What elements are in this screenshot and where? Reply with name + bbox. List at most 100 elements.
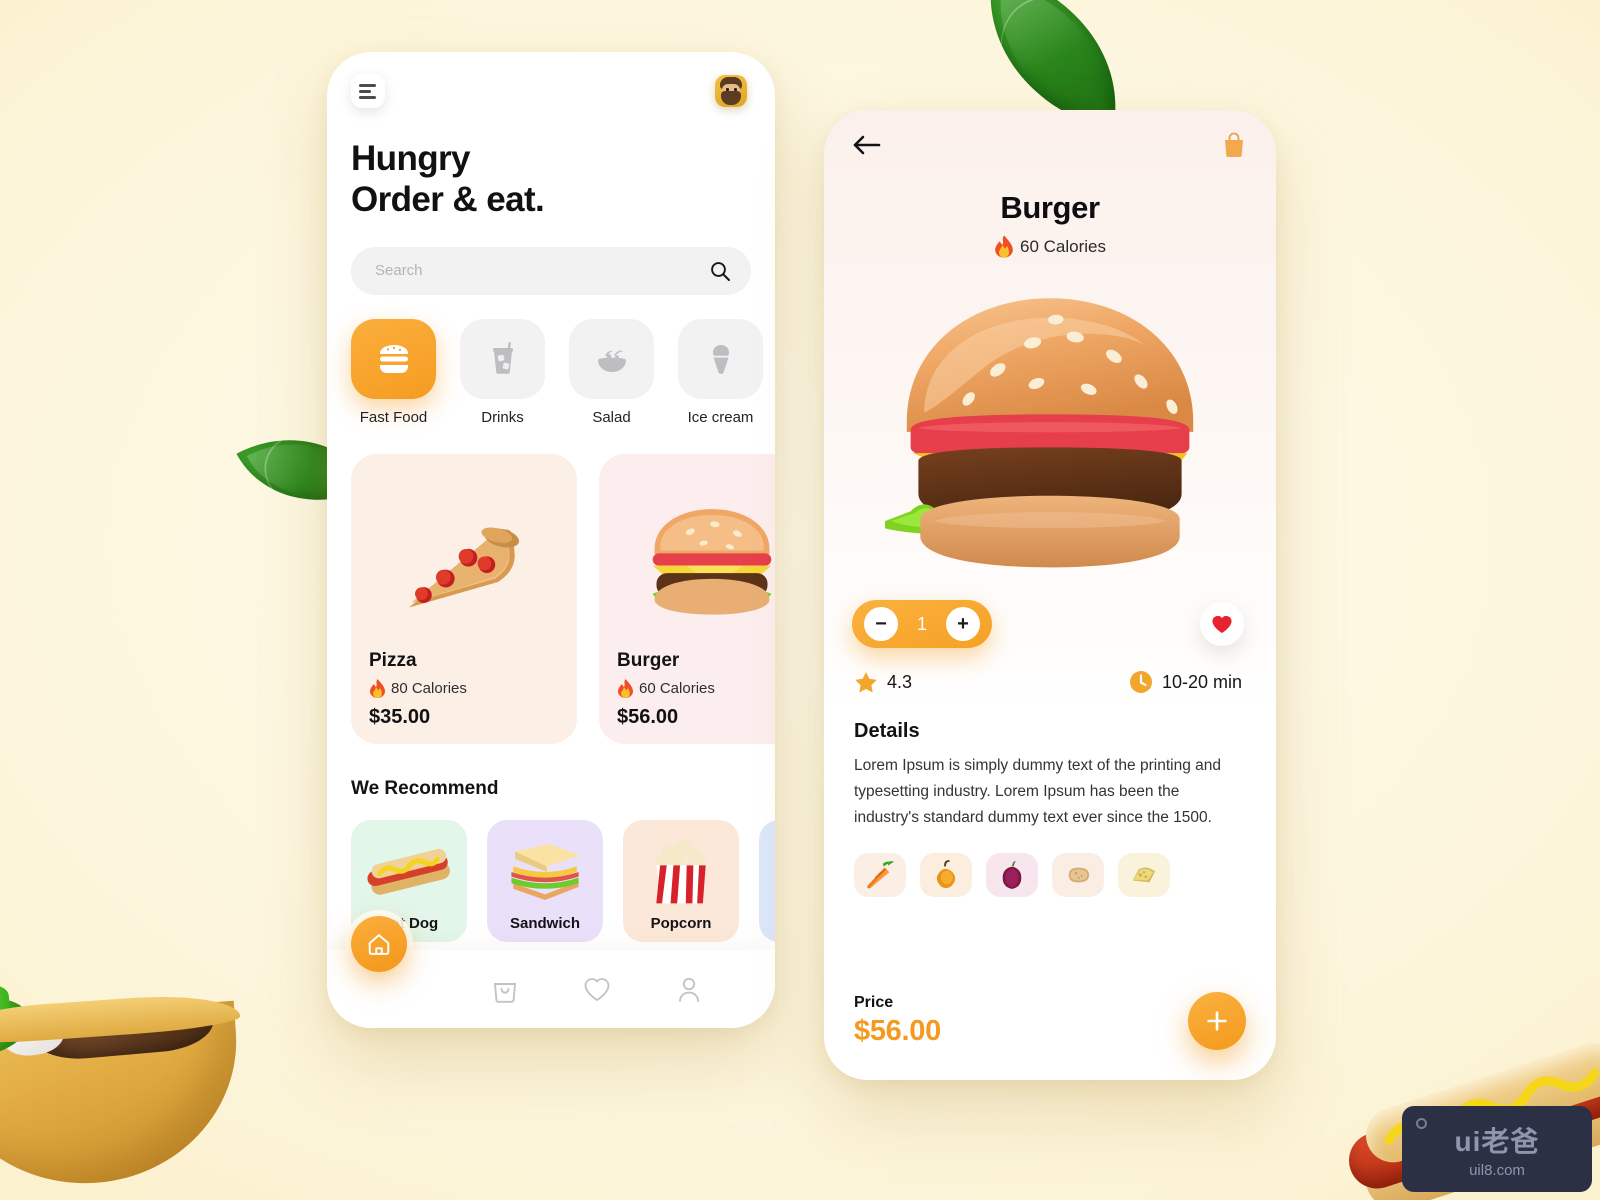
shopping-bag-icon[interactable]: [1222, 131, 1248, 159]
fries-3d: [759, 836, 775, 908]
recommendation-label: Sandwich: [509, 914, 580, 932]
food-calories: 80 Calories: [369, 678, 559, 698]
quantity-value: 1: [916, 613, 927, 634]
heading-line-2: Order & eat.: [351, 180, 545, 220]
salad-bowl-icon: [569, 318, 654, 399]
add-to-cart-button[interactable]: [1188, 992, 1246, 1050]
product-calories: 60 Calories: [824, 235, 1276, 258]
category-label: Fast Food: [359, 408, 428, 426]
food-price: $56.00: [617, 705, 679, 728]
watermark-dot-icon: [1416, 1118, 1427, 1129]
calories-text: 80 Calories: [391, 679, 467, 697]
clock-icon: [1129, 671, 1152, 693]
drink-cup-icon: [460, 318, 545, 399]
search-bar: [351, 246, 751, 295]
price-block: Price $56.00: [854, 994, 941, 1048]
arrow-left-icon[interactable]: [852, 130, 882, 160]
potato-icon: [1068, 867, 1090, 883]
calories-text: 60 Calories: [1020, 236, 1106, 256]
carrot-icon: [867, 861, 894, 889]
recommendation-sandwich[interactable]: Sandwich: [487, 819, 603, 942]
pepper-icon: [936, 860, 956, 889]
cheese-icon: [1132, 867, 1156, 883]
shopping-bag-icon[interactable]: [491, 975, 519, 1003]
recommendation-label: Popcorn: [650, 914, 712, 932]
category-list: Fast Food Drinks Salad Ice cream: [327, 295, 775, 426]
price-label: Price: [854, 994, 894, 1011]
burger-3d: [617, 470, 775, 650]
detail-top-bar: [824, 110, 1276, 160]
avatar[interactable]: [715, 75, 747, 107]
nav-home-placeholder: [399, 975, 427, 1003]
ingredient-list: [824, 831, 1276, 898]
ingredient-pepper[interactable]: [920, 853, 972, 898]
heart-outline-icon[interactable]: [583, 975, 611, 1003]
fire-icon: [995, 235, 1013, 258]
details-section: Details Lorem Ipsum is simply dummy text…: [824, 694, 1276, 831]
heart-filled-icon[interactable]: [1200, 602, 1244, 646]
price-value: $56.00: [854, 1015, 941, 1047]
fire-icon: [618, 678, 633, 698]
detail-title-block: Burger 60 Calories: [824, 160, 1276, 258]
details-text: Lorem Ipsum is simply dummy text of the …: [854, 757, 1221, 827]
category-label: Salad: [592, 408, 631, 426]
category-drinks[interactable]: Drinks: [460, 318, 545, 426]
ingredient-onion[interactable]: [986, 853, 1038, 898]
category-ice-cream[interactable]: Ice cream: [678, 318, 763, 426]
ingredient-cheese[interactable]: [1118, 853, 1170, 898]
burger-3d-large: [824, 262, 1276, 592]
popcorn-3d: [623, 836, 739, 908]
sandwich-3d: [487, 836, 603, 908]
increment-button[interactable]: +: [946, 607, 980, 641]
pizza-slice-3d: [369, 470, 559, 650]
recommendation-popcorn[interactable]: Popcorn: [623, 819, 739, 942]
details-heading: Details: [854, 720, 920, 742]
food-price: $35.00: [369, 705, 431, 728]
category-label: Drinks: [481, 408, 524, 426]
watermark-sub-text: uil8.com: [1469, 1161, 1525, 1179]
ingredient-carrot[interactable]: [854, 853, 906, 898]
person-outline-icon[interactable]: [675, 975, 703, 1003]
food-calories: 60 Calories: [617, 678, 775, 698]
price-bar: Price $56.00: [824, 976, 1276, 1080]
quantity-row: − 1 +: [824, 592, 1276, 648]
food-name: Burger: [617, 649, 680, 671]
delivery-value: 10-20 min: [1161, 671, 1242, 692]
ingredient-potato[interactable]: [1052, 853, 1104, 898]
food-card-burger[interactable]: Burger 60 Calories $56.00: [599, 453, 775, 744]
home-screen-phone: Hungry Order & eat. Fast Food: [327, 52, 775, 1028]
category-fast-food[interactable]: Fast Food: [351, 318, 436, 426]
burger-icon: [351, 318, 436, 399]
calories-text: 60 Calories: [639, 679, 715, 697]
watermark-main-text: ui老爸: [1454, 1125, 1540, 1157]
meta-row: 4.3 10-20 min: [824, 648, 1276, 694]
fire-icon: [370, 678, 385, 698]
home-icon[interactable]: [351, 916, 407, 972]
delivery-time: 10-20 min: [1129, 670, 1242, 694]
recommend-title: We Recommend: [351, 777, 499, 799]
home-top-bar: [327, 52, 775, 108]
rating: 4.3: [854, 671, 912, 694]
product-title: Burger: [1000, 190, 1100, 225]
hotdog-3d: [351, 836, 467, 908]
food-card-pizza[interactable]: Pizza 80 Calories $35.00: [351, 453, 577, 744]
search-icon[interactable]: [709, 260, 731, 282]
rating-value: 4.3: [887, 671, 913, 692]
star-icon: [855, 671, 877, 692]
onion-icon: [1002, 861, 1022, 890]
decrement-button[interactable]: −: [864, 607, 898, 641]
ice-cream-cone-icon: [678, 318, 763, 399]
quantity-stepper: − 1 +: [852, 600, 992, 648]
search-input[interactable]: [351, 246, 751, 295]
recommendation-fries[interactable]: Fries: [759, 819, 775, 942]
taco-decoration: [0, 975, 270, 1200]
food-name: Pizza: [369, 649, 417, 671]
detail-screen-phone: Burger 60 Calories − 1 + 4.3 10-20 min D…: [824, 110, 1276, 1080]
watermark: ui老爸 uil8.com: [1402, 1106, 1592, 1192]
plus-icon: [1207, 1011, 1227, 1031]
hamburger-menu-icon[interactable]: [351, 74, 385, 108]
food-card-list: Pizza 80 Calories $35.00 Burger 60 Calor…: [327, 426, 775, 744]
category-label: Ice cream: [687, 408, 754, 426]
category-salad[interactable]: Salad: [569, 318, 654, 426]
heading-line-1: Hungry: [351, 139, 471, 178]
